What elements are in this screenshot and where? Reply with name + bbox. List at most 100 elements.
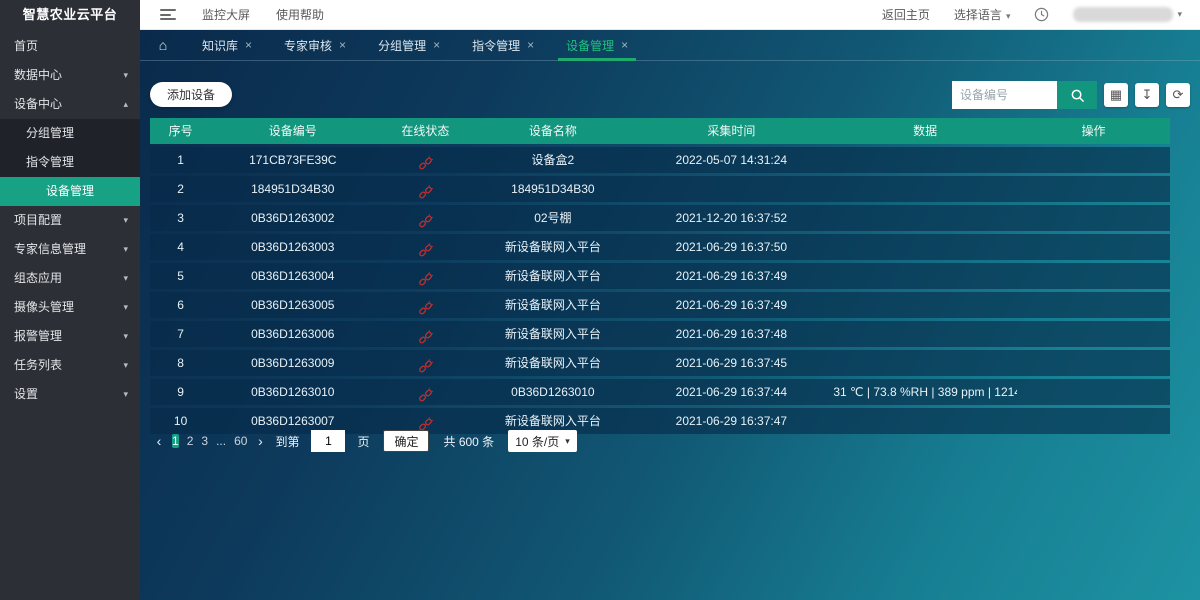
next-page-icon[interactable]: › xyxy=(251,433,269,449)
page-button[interactable]: 2 xyxy=(187,434,194,448)
sidebar-item[interactable]: 摄像头管理 ▾ xyxy=(0,293,140,322)
sidebar-item[interactable]: 指令管理 xyxy=(0,148,140,177)
table-row[interactable]: 1 171CB73FE39C 设备盒2 2022-05-07 14:31:24 xyxy=(150,147,1170,173)
table-row[interactable]: 8 0B36D1263009 新设备联网入平台 2021-06-29 16:37… xyxy=(150,350,1170,376)
sidebar-item[interactable]: 报警管理 ▾ xyxy=(0,322,140,351)
sidebar-item[interactable]: 设备管理 xyxy=(0,177,140,206)
cell-device-id: 0B36D1263006 xyxy=(211,321,374,347)
sidebar-item[interactable]: 数据中心 ▾ xyxy=(0,61,140,90)
cell-actions xyxy=(1017,321,1170,347)
cell-status xyxy=(374,263,476,289)
table-row[interactable]: 3 0B36D1263002 02号棚 2021-12-20 16:37:52 xyxy=(150,205,1170,231)
search-input[interactable] xyxy=(952,81,1057,109)
export-button[interactable]: ↧ xyxy=(1135,83,1159,107)
page-button[interactable]: 3 xyxy=(201,434,208,448)
cell-device-id: 0B36D1263004 xyxy=(211,263,374,289)
chevron-icon: ▾ xyxy=(123,235,128,264)
search-button[interactable] xyxy=(1057,81,1097,109)
table-row[interactable]: 7 0B36D1263006 新设备联网入平台 2021-06-29 16:37… xyxy=(150,321,1170,347)
cell-actions xyxy=(1017,292,1170,318)
table-row[interactable]: 2 184951D34B30 184951D34B30 xyxy=(150,176,1170,202)
cell-status xyxy=(374,350,476,376)
tab[interactable]: 分组管理 × xyxy=(362,30,456,61)
sidebar-item[interactable]: 项目配置 ▾ xyxy=(0,206,140,235)
table-header-row: 序号 设备编号 在线状态 设备名称 采集时间 数据 操作 xyxy=(150,118,1170,144)
cell-actions xyxy=(1017,176,1170,202)
cell-collect-time: 2021-06-29 16:37:47 xyxy=(629,408,833,434)
close-icon[interactable]: × xyxy=(433,38,440,52)
chevron-icon: ▾ xyxy=(123,380,128,409)
cell-collect-time: 2021-06-29 16:37:48 xyxy=(629,321,833,347)
home-tab-icon[interactable]: ⌂ xyxy=(140,37,186,53)
table-row[interactable]: 4 0B36D1263003 新设备联网入平台 2021-06-29 16:37… xyxy=(150,234,1170,260)
col-header-online-state: 在线状态 xyxy=(374,118,476,144)
grid-view-button[interactable]: ▦ xyxy=(1104,83,1128,107)
close-icon[interactable]: × xyxy=(339,38,346,52)
refresh-button[interactable]: ⟳ xyxy=(1166,83,1190,107)
disconnected-icon xyxy=(418,330,433,345)
cell-device-name: 新设备联网入平台 xyxy=(476,350,629,376)
tab[interactable]: 知识库 × xyxy=(186,30,268,61)
cell-device-name: 新设备联网入平台 xyxy=(476,263,629,289)
sidebar-item[interactable]: 组态应用 ▾ xyxy=(0,264,140,293)
col-header-device-name: 设备名称 xyxy=(476,118,629,144)
close-icon[interactable]: × xyxy=(245,38,252,52)
tab[interactable]: 专家审核 × xyxy=(268,30,362,61)
page-button[interactable]: 60 xyxy=(234,434,247,448)
menu-collapse-icon[interactable] xyxy=(160,9,176,20)
close-icon[interactable]: × xyxy=(621,38,628,52)
prev-page-icon[interactable]: ‹ xyxy=(150,433,168,449)
monitor-screen-link[interactable]: 监控大屏 xyxy=(202,6,250,23)
cell-actions xyxy=(1017,408,1170,434)
cell-data: 31 ℃ | 73.8 %RH | 389 ppm | 121415 ... xyxy=(833,379,1017,405)
cell-device-name: 新设备联网入平台 xyxy=(476,234,629,260)
col-header-device-id: 设备编号 xyxy=(211,118,374,144)
add-device-button[interactable]: 添加设备 xyxy=(150,82,232,107)
cell-collect-time: 2021-06-29 16:37:44 xyxy=(629,379,833,405)
total-count-label: 共 600 条 xyxy=(443,433,494,450)
chevron-down-icon: ▾ xyxy=(1006,11,1011,21)
sidebar-item[interactable]: 专家信息管理 ▾ xyxy=(0,235,140,264)
sidebar-item[interactable]: 分组管理 xyxy=(0,119,140,148)
sidebar: 智慧农业云平台 首页 数据中心 ▾ 设备中心 ▴ 分组管理 指令管理 设备管理 … xyxy=(0,0,140,600)
return-home-link[interactable]: 返回主页 xyxy=(882,6,930,23)
sidebar-item[interactable]: 任务列表 ▾ xyxy=(0,351,140,380)
help-link[interactable]: 使用帮助 xyxy=(276,6,324,23)
disconnected-icon xyxy=(418,359,433,374)
table-row[interactable]: 9 0B36D1263010 0B36D1263010 2021-06-29 1… xyxy=(150,379,1170,405)
page-button[interactable]: 1 xyxy=(172,434,179,448)
cell-collect-time xyxy=(629,176,833,202)
user-name-redacted xyxy=(1073,7,1173,22)
cell-collect-time: 2021-06-29 16:37:50 xyxy=(629,234,833,260)
disconnected-icon xyxy=(418,301,433,316)
goto-page-input[interactable] xyxy=(311,430,345,452)
sidebar-item[interactable]: 设备中心 ▴ xyxy=(0,90,140,119)
cell-actions xyxy=(1017,147,1170,173)
clock-icon[interactable] xyxy=(1034,7,1049,22)
sidebar-item[interactable]: 设置 ▾ xyxy=(0,380,140,409)
cell-data xyxy=(833,147,1017,173)
cell-device-name: 新设备联网入平台 xyxy=(476,321,629,347)
language-select[interactable]: 选择语言▾ xyxy=(954,6,1011,23)
tab[interactable]: 设备管理 × xyxy=(550,30,644,61)
cell-status xyxy=(374,379,476,405)
table-row[interactable]: 5 0B36D1263004 新设备联网入平台 2021-06-29 16:37… xyxy=(150,263,1170,289)
cell-serial: 6 xyxy=(150,292,211,318)
close-icon[interactable]: × xyxy=(527,38,534,52)
cell-status xyxy=(374,234,476,260)
cell-device-id: 0B36D1263005 xyxy=(211,292,374,318)
tab[interactable]: 指令管理 × xyxy=(456,30,550,61)
chevron-icon: ▾ xyxy=(123,206,128,235)
sidebar-item[interactable]: 首页 xyxy=(0,32,140,61)
toolbar: 添加设备 ▦ ↧ ⟳ xyxy=(140,61,1200,117)
per-page-select[interactable]: 10 条/页 ▾ xyxy=(508,430,577,452)
user-menu[interactable]: ▾ xyxy=(1073,7,1182,22)
cell-status xyxy=(374,176,476,202)
cell-device-id: 171CB73FE39C xyxy=(211,147,374,173)
table-row[interactable]: 6 0B36D1263005 新设备联网入平台 2021-06-29 16:37… xyxy=(150,292,1170,318)
cell-actions xyxy=(1017,263,1170,289)
page-unit-label: 页 xyxy=(357,433,369,450)
chevron-down-icon: ▾ xyxy=(1177,9,1182,20)
cell-data xyxy=(833,408,1017,434)
goto-confirm-button[interactable]: 确定 xyxy=(383,430,429,452)
